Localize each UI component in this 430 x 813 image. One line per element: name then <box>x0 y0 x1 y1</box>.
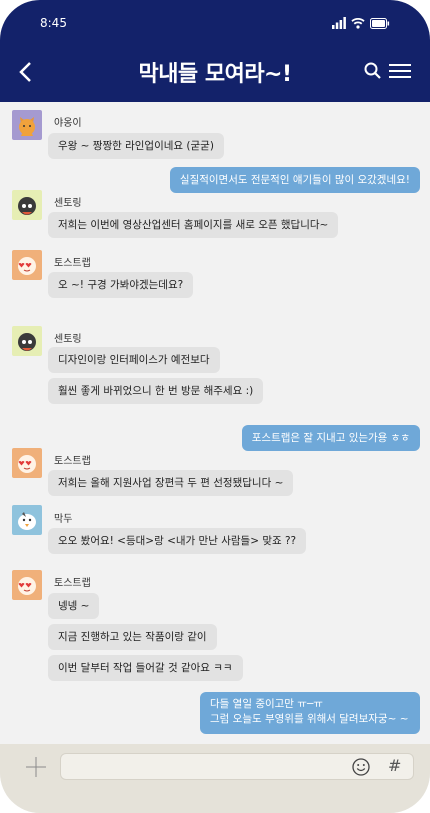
my-message-bubble[interactable]: 실질적이면서도 전문적인 얘기들이 많이 오갔겠네요! <box>169 167 420 193</box>
sender-name: 토스트랩 <box>54 258 91 269</box>
avatar-cat[interactable] <box>12 110 42 140</box>
chat-area[interactable]: 야옹이 우왕 ~ 짱짱한 라인업이네요 (굳굳) 실질적이면서도 전문적인 얘기… <box>0 102 430 744</box>
chat-header: 8:45 막내들 모여라~! <box>0 0 430 102</box>
menu-icon[interactable] <box>389 63 411 79</box>
my-message-bubble[interactable]: 다들 열일 중이고만 ㅠ─ㅠ 그럼 오늘도 부영위를 위해서 달려보자궁~ ~ <box>200 692 420 734</box>
message-bubble[interactable]: 디자인이랑 인터페이스가 예전보다 <box>48 347 220 373</box>
battery-icon <box>370 17 390 29</box>
avatar-character[interactable] <box>12 190 42 220</box>
message-bubble[interactable]: 우왕 ~ 짱짱한 라인업이네요 (굳굳) <box>48 133 224 159</box>
avatar-heart-eyes[interactable] <box>12 448 42 478</box>
search-icon[interactable] <box>364 62 382 80</box>
add-attachment-button[interactable] <box>25 756 47 778</box>
sender-name: 센토링 <box>54 334 82 345</box>
avatar-heart-eyes[interactable] <box>12 250 42 280</box>
avatar-bird[interactable] <box>12 505 42 535</box>
wifi-icon <box>351 18 365 29</box>
hashtag-button[interactable]: # <box>388 756 401 775</box>
message-bubble[interactable]: 지금 진행하고 있는 작품이랑 같이 <box>48 624 217 650</box>
sender-name: 야옹이 <box>54 118 82 129</box>
avatar-character[interactable] <box>12 326 42 356</box>
message-line: 다들 열일 중이고만 ㅠ─ㅠ <box>210 698 323 710</box>
avatar-heart-eyes[interactable] <box>12 570 42 600</box>
message-bubble[interactable]: 저희는 이번에 영상산업센터 홈페이지를 새로 오픈 했답니다~ <box>48 212 339 238</box>
emoji-icon[interactable] <box>352 758 370 776</box>
message-bubble[interactable]: 훨씬 좋게 바뀌었으니 한 번 방문 해주세요 :) <box>48 378 264 404</box>
status-time: 8:45 <box>40 16 67 30</box>
sender-name: 막두 <box>54 514 73 525</box>
phone-frame: 8:45 막내들 모여라~! 야옹이 우왕 ~ 짱짱한 라인업이네요 (굳굳) … <box>0 0 430 813</box>
status-icons <box>332 16 390 30</box>
message-bubble[interactable]: 저희는 올해 지원사업 장편극 두 편 선정됐답니다 ~ <box>48 470 294 496</box>
message-bubble[interactable]: 오오 봤어요! <등대>랑 <내가 만난 사람들> 맞죠 ?? <box>48 528 307 554</box>
sender-name: 토스트랩 <box>54 578 91 589</box>
sender-name: 센토링 <box>54 198 82 209</box>
message-bubble[interactable]: 이번 달부터 작업 들어갈 것 같아요 ㅋㅋ <box>48 655 243 681</box>
message-bubble[interactable]: 넹넹 ~ <box>48 593 100 619</box>
sender-name: 토스트랩 <box>54 456 91 467</box>
signal-icon <box>332 17 346 29</box>
message-bubble[interactable]: 오 ~! 구경 가봐야겠는데요? <box>48 272 194 298</box>
input-bar: # <box>0 744 430 813</box>
message-line: 그럼 오늘도 부영위를 위해서 달려보자궁~ ~ <box>210 713 409 725</box>
my-message-bubble[interactable]: 포스트랩은 잘 지내고 있는가용 ㅎㅎ <box>241 425 420 451</box>
